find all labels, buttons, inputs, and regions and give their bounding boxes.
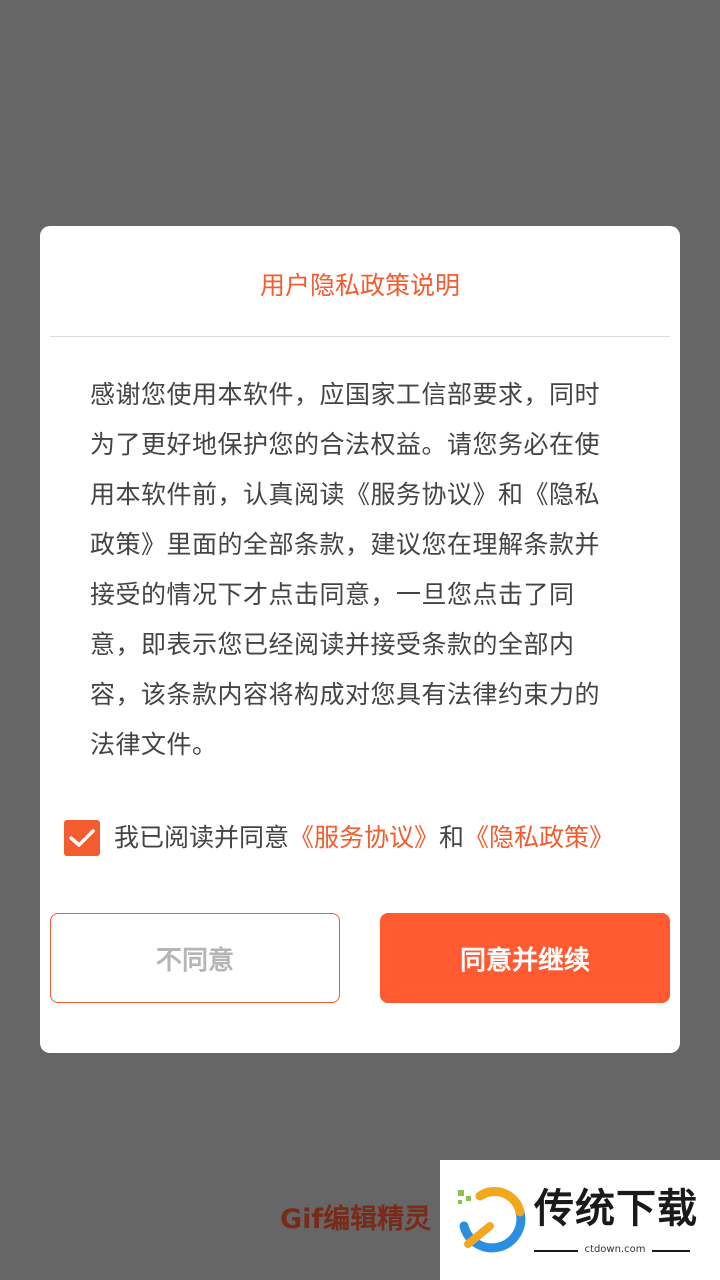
disagree-button[interactable]: 不同意: [50, 913, 340, 1003]
privacy-description: 感谢您使用本软件，应国家工信部要求，同时为了更好地保护您的合法权益。请您务必在使…: [90, 380, 601, 759]
agree-continue-button[interactable]: 同意并继续: [380, 913, 670, 1003]
watermark: 传统下载 ctdown.com: [440, 1160, 720, 1280]
title-divider: [50, 336, 670, 337]
agree-prefix-text: 我已阅读并同意: [114, 823, 290, 852]
agree-checkbox[interactable]: [64, 820, 100, 856]
watermark-line-right: [652, 1250, 690, 1252]
checkmark-icon: [69, 829, 95, 847]
screen: Gif编辑精灵 用户隐私政策说明 感谢您使用本软件，应国家工信部要求，同时为了更…: [0, 0, 720, 1280]
privacy-dialog: 用户隐私政策说明 感谢您使用本软件，应国家工信部要求，同时为了更好地保护您的合法…: [40, 226, 680, 1053]
agreement-row: 我已阅读并同意 《服务协议》 和 《隐私政策》: [64, 818, 614, 858]
and-text: 和: [439, 823, 465, 852]
ctdown-logo-icon: [458, 1187, 526, 1253]
watermark-line-left: [534, 1250, 578, 1252]
watermark-brand: 传统下载: [534, 1186, 698, 1232]
watermark-url: ctdown.com: [584, 1244, 646, 1255]
dialog-title: 用户隐私政策说明: [259, 271, 460, 300]
privacy-policy-link[interactable]: 《隐私政策》: [464, 818, 614, 858]
background-app-name: Gif编辑精灵: [280, 1204, 432, 1235]
service-agreement-link[interactable]: 《服务协议》: [289, 818, 439, 858]
